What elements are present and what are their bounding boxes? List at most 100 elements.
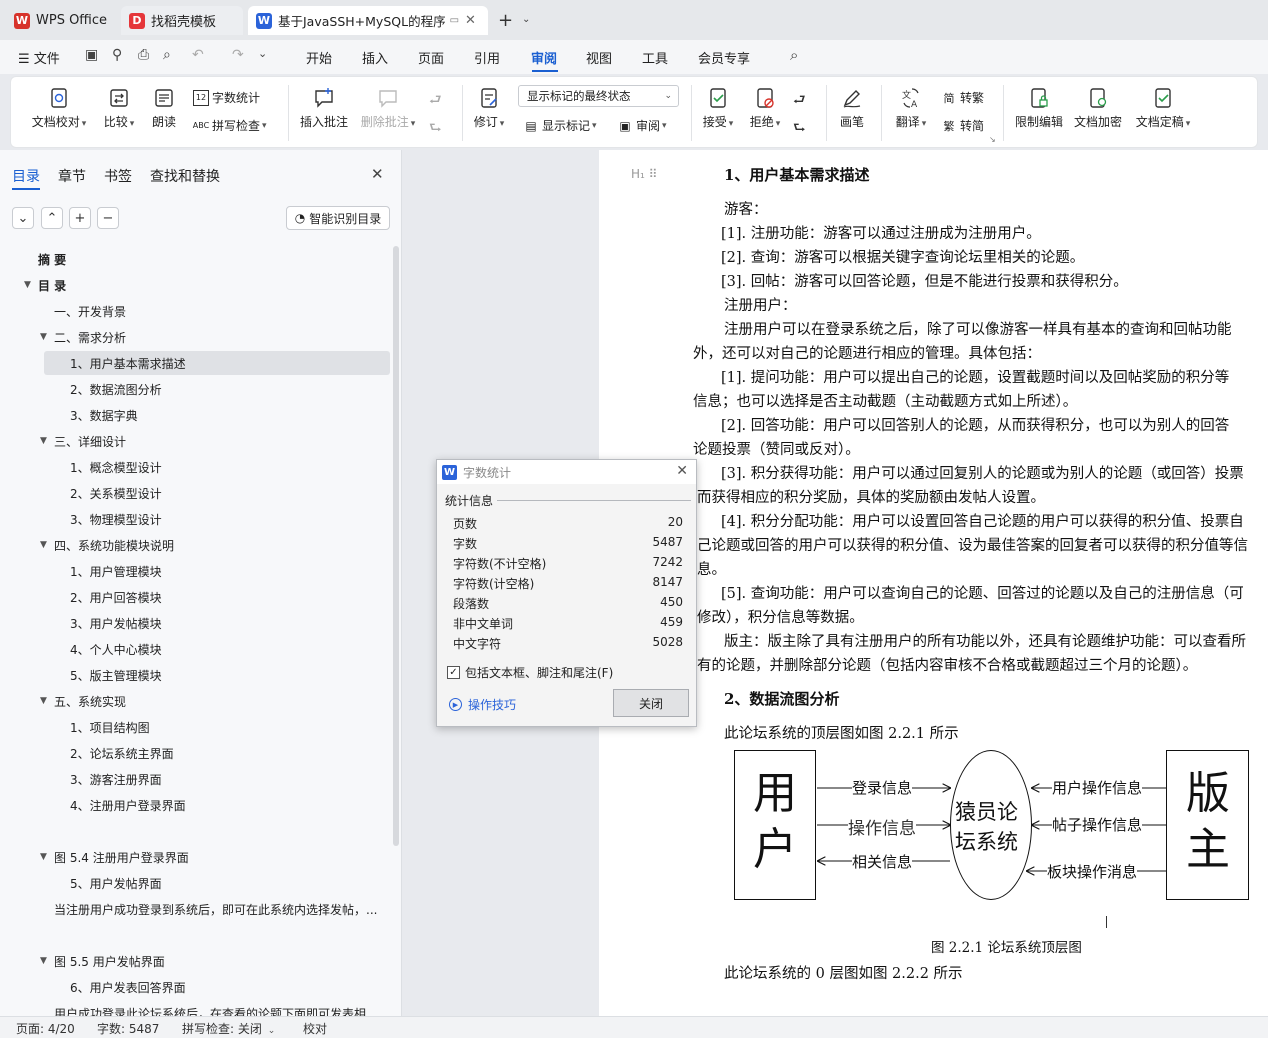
undo-icon[interactable]: ↶	[192, 47, 204, 63]
include-notes-checkbox[interactable]: ✓ 包括文本框、脚注和尾注(F)	[447, 664, 613, 681]
word-count-indicator[interactable]: 字数: 5487	[97, 1020, 159, 1037]
toc-item[interactable]: 目 录	[38, 277, 66, 294]
toc-expand-arrow-icon[interactable]: ▼	[40, 696, 47, 706]
markup-state-select[interactable]: 显示标记的最终状态 ⌄	[518, 85, 679, 107]
menu-insert[interactable]: 插入	[362, 48, 388, 67]
search-icon[interactable]: ⌕	[790, 46, 798, 64]
toc-item[interactable]: 二、需求分析	[54, 329, 126, 346]
to-simplified-button[interactable]: 繁转简	[941, 117, 985, 134]
menu-tools[interactable]: 工具	[642, 48, 668, 67]
toc-item[interactable]: 5、版主管理模块	[70, 667, 162, 684]
toc-item[interactable]: 3、用户发帖模块	[70, 615, 162, 632]
toc-item[interactable]: 四、系统功能模块说明	[54, 537, 174, 554]
new-tab-icon[interactable]: +	[498, 10, 513, 31]
toc-item[interactable]: 1、用户管理模块	[70, 563, 162, 580]
translate-button[interactable]: 文A 翻译 ▾	[891, 87, 931, 130]
toc-item[interactable]: 图 5.5 用户发帖界面	[54, 953, 165, 970]
close-tab-icon[interactable]: ✕	[465, 13, 476, 28]
tips-link[interactable]: ▶ 操作技巧	[449, 696, 516, 713]
proofread-indicator[interactable]: 校对	[303, 1020, 327, 1037]
toc-item[interactable]: 4、个人中心模块	[70, 641, 162, 658]
smart-toc-button[interactable]: ◔ 智能识别目录	[286, 206, 390, 230]
close-icon[interactable]: ✕	[676, 463, 688, 479]
menu-page[interactable]: 页面	[418, 48, 444, 67]
preview-icon[interactable]: ⌕	[163, 47, 171, 63]
spell-check-button[interactable]: ABC 拼写检查 ▾	[193, 117, 267, 134]
collapse-all-button[interactable]: ⌄	[12, 207, 34, 229]
toc-item[interactable]: 6、用户发表回答界面	[70, 979, 186, 996]
remove-heading-button[interactable]: −	[97, 207, 119, 229]
read-aloud-button[interactable]: 朗读	[149, 87, 179, 130]
prev-change-icon[interactable]: ⮐	[793, 89, 806, 113]
panel-scrollbar[interactable]	[393, 246, 399, 846]
revise-button[interactable]: 修订 ▾	[469, 87, 509, 130]
toc-item[interactable]: 当注册用户成功登录到系统后，即可在此系统内选择发帖，...	[54, 901, 377, 918]
toc-item[interactable]: 1、用户基本需求描述	[70, 355, 186, 372]
launcher-icon[interactable]: ↘	[989, 135, 996, 144]
toc-item[interactable]: 3、物理模型设计	[70, 511, 162, 528]
print-icon[interactable]: ⎙	[138, 47, 149, 63]
toc-item[interactable]: 2、用户回答模块	[70, 589, 162, 606]
compare-button[interactable]: 比较 ▾	[97, 87, 141, 130]
toc-item[interactable]: 1、项目结构图	[70, 719, 150, 736]
insert-comment-button[interactable]: 插入批注	[299, 87, 349, 130]
expand-all-button[interactable]: ⌃	[41, 207, 63, 229]
toc-item[interactable]: 2、论坛系统主界面	[70, 745, 174, 762]
tab-find-replace[interactable]: 查找和替换	[150, 166, 220, 186]
tab-template[interactable]: D 找稻壳模板	[121, 6, 243, 35]
document-page[interactable]: H₁ ⠿ 1、用户基本需求描述 游客： [1]. 注册功能：游客可以通过注册成为注…	[599, 150, 1268, 1016]
toc-item[interactable]: 1、概念模型设计	[70, 459, 162, 476]
dialog-titlebar[interactable]: W 字数统计 ✕	[437, 460, 696, 484]
menu-review[interactable]: 审阅	[531, 48, 557, 67]
toc-item[interactable]: 3、数据字典	[70, 407, 138, 424]
restrict-edit-button[interactable]: 限制编辑	[1013, 87, 1065, 130]
add-heading-button[interactable]: +	[69, 207, 91, 229]
share-icon[interactable]: ⚲	[112, 47, 122, 63]
tab-chapters[interactable]: 章节	[58, 166, 86, 186]
prev-comment-icon[interactable]: ⮐	[429, 89, 442, 113]
close-dialog-button[interactable]: 关闭	[613, 689, 689, 717]
toc-expand-arrow-icon[interactable]: ▼	[40, 852, 47, 862]
encrypt-button[interactable]: 文档加密	[1072, 87, 1124, 130]
toc-item[interactable]: 4、注册用户登录界面	[70, 797, 186, 814]
tab-toc[interactable]: 目录	[12, 166, 40, 186]
tab-list-chevron-icon[interactable]: ⌄	[522, 14, 530, 25]
next-comment-icon[interactable]: ⮑	[429, 117, 442, 141]
tab-bookmarks[interactable]: 书签	[104, 166, 132, 186]
finalize-button[interactable]: 文档定稿 ▾	[1133, 87, 1193, 130]
toc-expand-arrow-icon[interactable]: ▼	[40, 956, 47, 966]
toc-expand-arrow-icon[interactable]: ▼	[40, 436, 47, 446]
to-traditional-button[interactable]: 简转繁	[941, 89, 985, 106]
toc-expand-arrow-icon[interactable]: ▼	[24, 280, 31, 290]
toc-item[interactable]: 图 5.4 注册用户登录界面	[54, 849, 189, 866]
toc-expand-arrow-icon[interactable]: ▼	[40, 540, 47, 550]
review-pane-button[interactable]: ▣ 审阅 ▾	[617, 117, 666, 134]
close-panel-icon[interactable]: ✕	[371, 165, 384, 183]
pen-button[interactable]: 画笔	[837, 87, 867, 130]
delete-comment-button[interactable]: 删除批注 ▾	[359, 87, 417, 130]
menu-file[interactable]: ☰ 文件	[18, 48, 60, 67]
spell-check-indicator[interactable]: 拼写检查: 关闭 ⌄	[182, 1020, 275, 1037]
menu-start[interactable]: 开始	[306, 48, 332, 67]
doc-check-button[interactable]: 文档校对 ▾	[29, 87, 89, 130]
menu-member[interactable]: 会员专享	[698, 48, 750, 67]
page-indicator[interactable]: 页面: 4/20	[16, 1020, 75, 1037]
save-icon[interactable]: ▣	[85, 47, 98, 63]
toc-item[interactable]: 三、详细设计	[54, 433, 126, 450]
toc-item[interactable]: 3、游客注册界面	[70, 771, 162, 788]
toc-item[interactable]: 2、数据流图分析	[70, 381, 162, 398]
next-change-icon[interactable]: ⮑	[793, 117, 806, 141]
toc-item[interactable]: 2、关系模型设计	[70, 485, 162, 502]
redo-icon[interactable]: ↷	[232, 47, 244, 63]
tab-document[interactable]: W 基于JavaSSH+MySQL的程序 ▭ ✕	[248, 6, 488, 35]
menu-reference[interactable]: 引用	[474, 48, 500, 67]
menu-view[interactable]: 视图	[586, 48, 612, 67]
toc-item[interactable]: 一、开发背景	[54, 303, 126, 320]
toc-item[interactable]: 摘 要	[38, 251, 66, 268]
toc-item[interactable]: 五、系统实现	[54, 693, 126, 710]
toc-expand-arrow-icon[interactable]: ▼	[40, 332, 47, 342]
more-chevron-icon[interactable]: ⌄	[258, 47, 267, 60]
word-count-button[interactable]: 12 字数统计	[193, 89, 260, 106]
accept-button[interactable]: 接受 ▾	[699, 87, 737, 130]
show-markup-button[interactable]: ▤ 显示标记 ▾	[523, 117, 596, 134]
